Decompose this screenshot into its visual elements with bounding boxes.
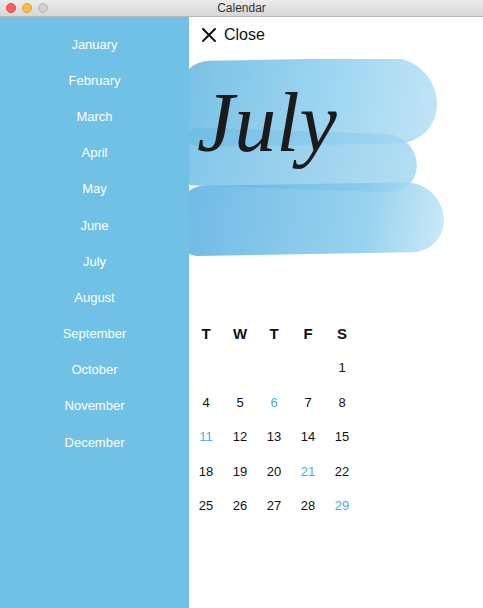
month-title: July xyxy=(197,81,337,165)
day-cell[interactable]: 11 xyxy=(189,420,223,455)
sidebar-item[interactable]: May xyxy=(0,171,189,207)
zoom-window-icon[interactable] xyxy=(38,3,48,13)
weekday-label: T xyxy=(189,316,223,351)
day-cell[interactable]: 26 xyxy=(223,489,257,524)
day-cell[interactable]: 19 xyxy=(223,454,257,489)
window-title: Calendar xyxy=(217,1,266,15)
weekday-label: W xyxy=(223,316,257,351)
day-cell[interactable]: 4 xyxy=(189,385,223,420)
sidebar-item[interactable]: September xyxy=(0,316,189,352)
day-cell xyxy=(291,351,325,386)
day-cell[interactable]: 8 xyxy=(325,385,359,420)
calendar-grid: TWTFS 1456781112131415181920212225262728… xyxy=(189,316,483,523)
close-button[interactable]: Close xyxy=(201,26,265,44)
day-cell[interactable]: 14 xyxy=(291,420,325,455)
day-cell[interactable]: 1 xyxy=(325,351,359,386)
day-cell[interactable]: 12 xyxy=(223,420,257,455)
month-banner: July xyxy=(189,59,483,259)
day-cell[interactable]: 5 xyxy=(223,385,257,420)
day-cell[interactable]: 25 xyxy=(189,489,223,524)
month-sidebar: JanuaryFebruaryMarchAprilMayJuneJulyAugu… xyxy=(0,17,189,608)
window-controls xyxy=(6,3,48,13)
month-view: Close July TWTFS 14567811121314151819202… xyxy=(189,17,483,608)
sidebar-item[interactable]: July xyxy=(0,243,189,279)
day-cell[interactable]: 29 xyxy=(325,489,359,524)
sidebar-item[interactable]: November xyxy=(0,388,189,424)
sidebar-item[interactable]: January xyxy=(0,26,189,62)
day-cell[interactable]: 21 xyxy=(291,454,325,489)
sidebar-item[interactable]: December xyxy=(0,424,189,460)
calendar-window: Calendar JanuaryFebruaryMarchAprilMayJun… xyxy=(0,0,483,608)
weekday-label: S xyxy=(325,316,359,351)
day-cell[interactable]: 15 xyxy=(325,420,359,455)
title-bar: Calendar xyxy=(0,0,483,17)
sidebar-item[interactable]: February xyxy=(0,62,189,98)
close-icon xyxy=(201,27,217,43)
weekday-label: T xyxy=(257,316,291,351)
weekday-label: F xyxy=(291,316,325,351)
sidebar-item[interactable]: April xyxy=(0,135,189,171)
day-cell[interactable]: 6 xyxy=(257,385,291,420)
close-window-icon[interactable] xyxy=(6,3,16,13)
sidebar-item[interactable]: August xyxy=(0,279,189,315)
sidebar-item[interactable]: March xyxy=(0,98,189,134)
day-cell[interactable]: 20 xyxy=(257,454,291,489)
sidebar-item[interactable]: October xyxy=(0,352,189,388)
day-cell xyxy=(189,351,223,386)
day-cell[interactable]: 7 xyxy=(291,385,325,420)
sidebar-item[interactable]: June xyxy=(0,207,189,243)
day-cell[interactable]: 27 xyxy=(257,489,291,524)
day-cell[interactable]: 22 xyxy=(325,454,359,489)
day-cell[interactable]: 28 xyxy=(291,489,325,524)
day-cell xyxy=(223,351,257,386)
minimize-window-icon[interactable] xyxy=(22,3,32,13)
day-cell[interactable]: 18 xyxy=(189,454,223,489)
day-cell xyxy=(257,351,291,386)
day-cell[interactable]: 13 xyxy=(257,420,291,455)
